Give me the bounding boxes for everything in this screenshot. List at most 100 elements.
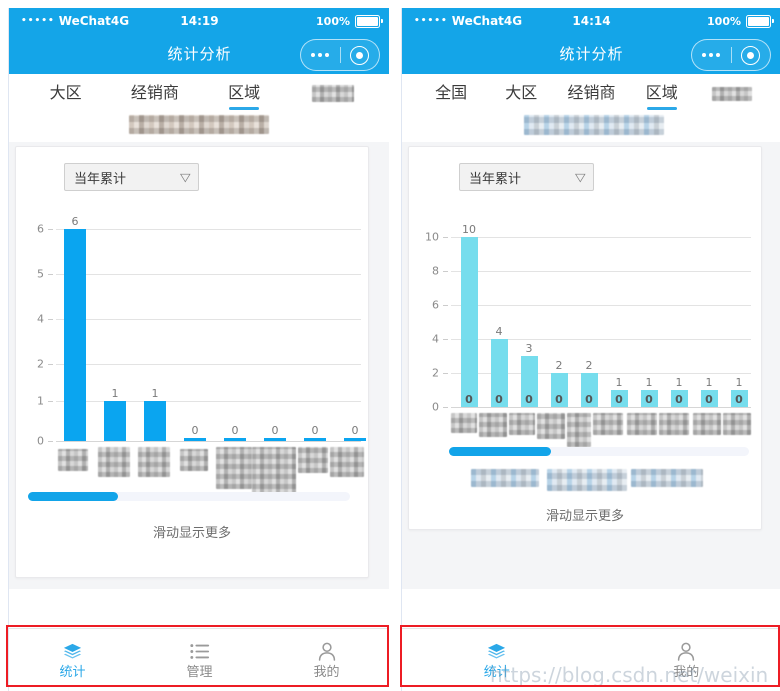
- left-phone-screenshot: ••••• WeChat4G 14:19 100% 统计分析 大区 经销商 区域…: [0, 0, 389, 691]
- redacted-x-label: [180, 449, 208, 471]
- period-select-value: 当年累计: [469, 171, 522, 187]
- wechat-capsule-menu[interactable]: [300, 39, 380, 71]
- y-tick-mark: [48, 274, 53, 275]
- scrollbar-thumb[interactable]: [28, 492, 119, 501]
- bar[interactable]: [304, 438, 326, 441]
- bar[interactable]: [144, 401, 166, 441]
- nav-tab-label: 大区: [505, 83, 538, 102]
- redacted-x-label: [593, 413, 623, 435]
- active-tab-underline: [646, 107, 677, 110]
- y-tick-label: 0: [37, 434, 44, 448]
- target-circle-icon[interactable]: [732, 45, 771, 65]
- left-chart-card: 当年累计 ▽ 6 5 4 2 1 0 6 1 1 0 0 0 0 0 滑动显示更…: [15, 146, 369, 578]
- right-page-body: 当年累计 ▽ 10 8 6 4 2 0 10 4 3 2 2 1 1 1 1 1…: [402, 142, 780, 589]
- bar-value-label: 1: [705, 376, 713, 389]
- right-breadcrumb: [402, 112, 780, 142]
- redacted-x-label: [216, 447, 252, 489]
- bar-inner-label: 0: [555, 393, 563, 406]
- redacted-breadcrumb-text: [524, 115, 664, 135]
- period-select-value: 当年累计: [74, 171, 127, 187]
- bar-value-label: 1: [645, 376, 653, 389]
- scrollbar-thumb[interactable]: [449, 447, 551, 456]
- y-tick-label: 6: [432, 298, 439, 312]
- nav-tab-redacted[interactable]: [289, 74, 378, 112]
- more-dots-icon[interactable]: [301, 53, 340, 57]
- y-tick-mark: [443, 373, 448, 374]
- left-tabbar-highlight-box: [6, 625, 389, 687]
- redacted-x-label: [451, 413, 477, 433]
- battery-icon: [355, 14, 383, 28]
- left-phone-viewport: ••••• WeChat4G 14:19 100% 统计分析 大区 经销商 区域…: [8, 8, 389, 691]
- nav-tab-jxs[interactable]: 经销商: [110, 74, 199, 112]
- scroll-hint-label: 滑动显示更多: [545, 509, 624, 524]
- right-nav-tabs[interactable]: 全国 大区 经销商 区域: [402, 74, 780, 112]
- nav-tab-dq[interactable]: 大区: [21, 74, 110, 112]
- bar-inner-label: 0: [465, 393, 473, 406]
- right-status-bar: ••••• WeChat4G 14:14 100%: [402, 8, 780, 34]
- redacted-x-label: [298, 447, 328, 473]
- redacted-x-label: [567, 413, 591, 447]
- nav-tab-label: 经销商: [130, 83, 179, 102]
- nav-tab-dq[interactable]: 大区: [486, 74, 556, 112]
- period-select[interactable]: 当年累计 ▽: [64, 163, 199, 191]
- bar-inner-label: 0: [675, 393, 683, 406]
- left-title-bar: 统计分析: [9, 34, 389, 74]
- y-tick-label: 4: [37, 312, 44, 326]
- bar[interactable]: [344, 438, 366, 441]
- nav-tab-quanguo[interactable]: 全国: [416, 74, 486, 112]
- y-tick-label: 5: [37, 267, 44, 281]
- battery-percent-label: 100%: [707, 14, 741, 28]
- bar[interactable]: [264, 438, 286, 441]
- bar[interactable]: [184, 438, 206, 441]
- y-tick-label: 2: [432, 366, 439, 380]
- left-nav-tabs[interactable]: 大区 经销商 区域: [9, 74, 389, 112]
- bar-inner-label: 0: [735, 393, 743, 406]
- redacted-x-label: [627, 413, 657, 435]
- bar-value-label: 2: [555, 359, 563, 372]
- redacted-x-label: [693, 413, 721, 435]
- bar-value-label: 6: [71, 215, 79, 228]
- bar-value-label: 0: [311, 424, 319, 437]
- y-tick-mark: [48, 364, 53, 365]
- bar[interactable]: [104, 401, 126, 441]
- y-tick-mark: [48, 441, 53, 442]
- chevron-down-icon: ▽: [179, 170, 191, 184]
- nav-tab-qy-active[interactable]: 区域: [627, 74, 697, 112]
- bar-inner-label: 0: [615, 393, 623, 406]
- y-tick-label: 8: [432, 264, 439, 278]
- bar[interactable]: [224, 438, 246, 441]
- bar-value-label: 1: [735, 376, 743, 389]
- bar[interactable]: [461, 237, 478, 407]
- more-dots-icon[interactable]: [692, 53, 731, 57]
- left-breadcrumb: [9, 112, 389, 142]
- bar-inner-label: 0: [495, 393, 503, 406]
- period-select[interactable]: 当年累计 ▽: [459, 163, 594, 191]
- bar[interactable]: [64, 229, 86, 441]
- nav-tab-label: 全国: [435, 83, 468, 102]
- nav-tab-qy-active[interactable]: 区域: [200, 74, 289, 112]
- redacted-legend-item: [631, 469, 703, 487]
- nav-tab-redacted[interactable]: [697, 74, 767, 112]
- bar-value-label: 2: [585, 359, 593, 372]
- right-tabbar-highlight-box: [400, 625, 780, 687]
- target-circle-icon[interactable]: [341, 45, 380, 65]
- nav-tab-label: 经销商: [567, 83, 616, 102]
- y-tick-label: 2: [37, 357, 44, 371]
- wechat-capsule-menu[interactable]: [691, 39, 771, 71]
- y-tick-mark: [443, 407, 448, 408]
- active-tab-underline: [229, 107, 260, 110]
- right-bar-chart: 10 8 6 4 2 0 10 4 3 2 2 1 1 1 1 1 0 0 0 …: [409, 215, 761, 447]
- right-title-bar: 统计分析: [402, 34, 780, 74]
- chevron-down-icon: ▽: [574, 170, 586, 184]
- redacted-x-label: [98, 447, 130, 477]
- chart-horizontal-scrollbar[interactable]: [449, 447, 749, 456]
- chart-horizontal-scrollbar[interactable]: [28, 492, 350, 501]
- scroll-hint-label: 滑动显示更多: [152, 526, 231, 541]
- bar-value-label: 4: [495, 325, 503, 338]
- redacted-tab-label: [312, 85, 355, 102]
- nav-tab-label: 区域: [645, 83, 678, 102]
- right-chart-legend-redacted: [469, 467, 709, 493]
- right-phone-screenshot: ••••• WeChat4G 14:14 100% 统计分析 全国 大区 经销商…: [391, 0, 780, 691]
- redacted-x-label: [138, 447, 170, 477]
- nav-tab-jxs[interactable]: 经销商: [556, 74, 626, 112]
